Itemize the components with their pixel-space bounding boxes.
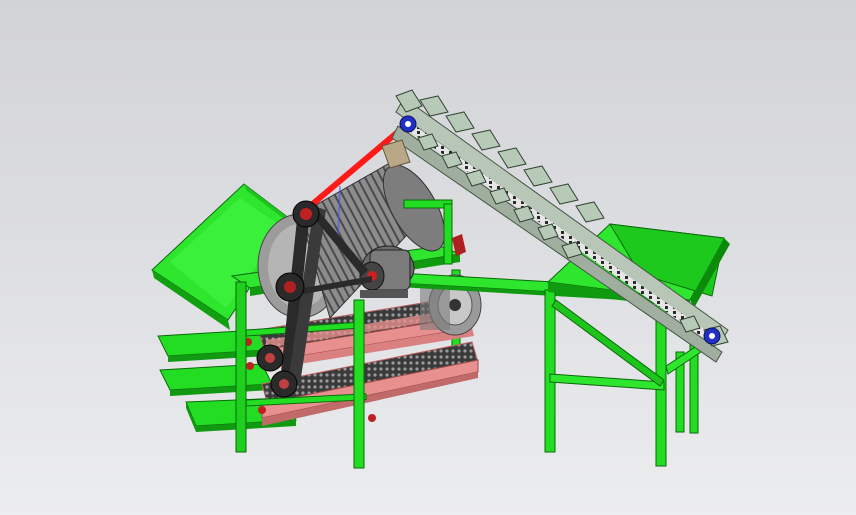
pulley-bottom[interactable] [270, 370, 298, 398]
pulley-lower[interactable] [256, 344, 284, 372]
machine-render [151, 89, 730, 469]
pulley-top[interactable] [292, 200, 320, 228]
pulley-mid[interactable] [275, 272, 305, 302]
electric-motor [359, 245, 415, 298]
conveyor-bottom-sprocket[interactable] [703, 327, 721, 345]
conveyor-top-sprocket[interactable] [399, 115, 417, 133]
cad-viewport[interactable] [0, 0, 856, 515]
